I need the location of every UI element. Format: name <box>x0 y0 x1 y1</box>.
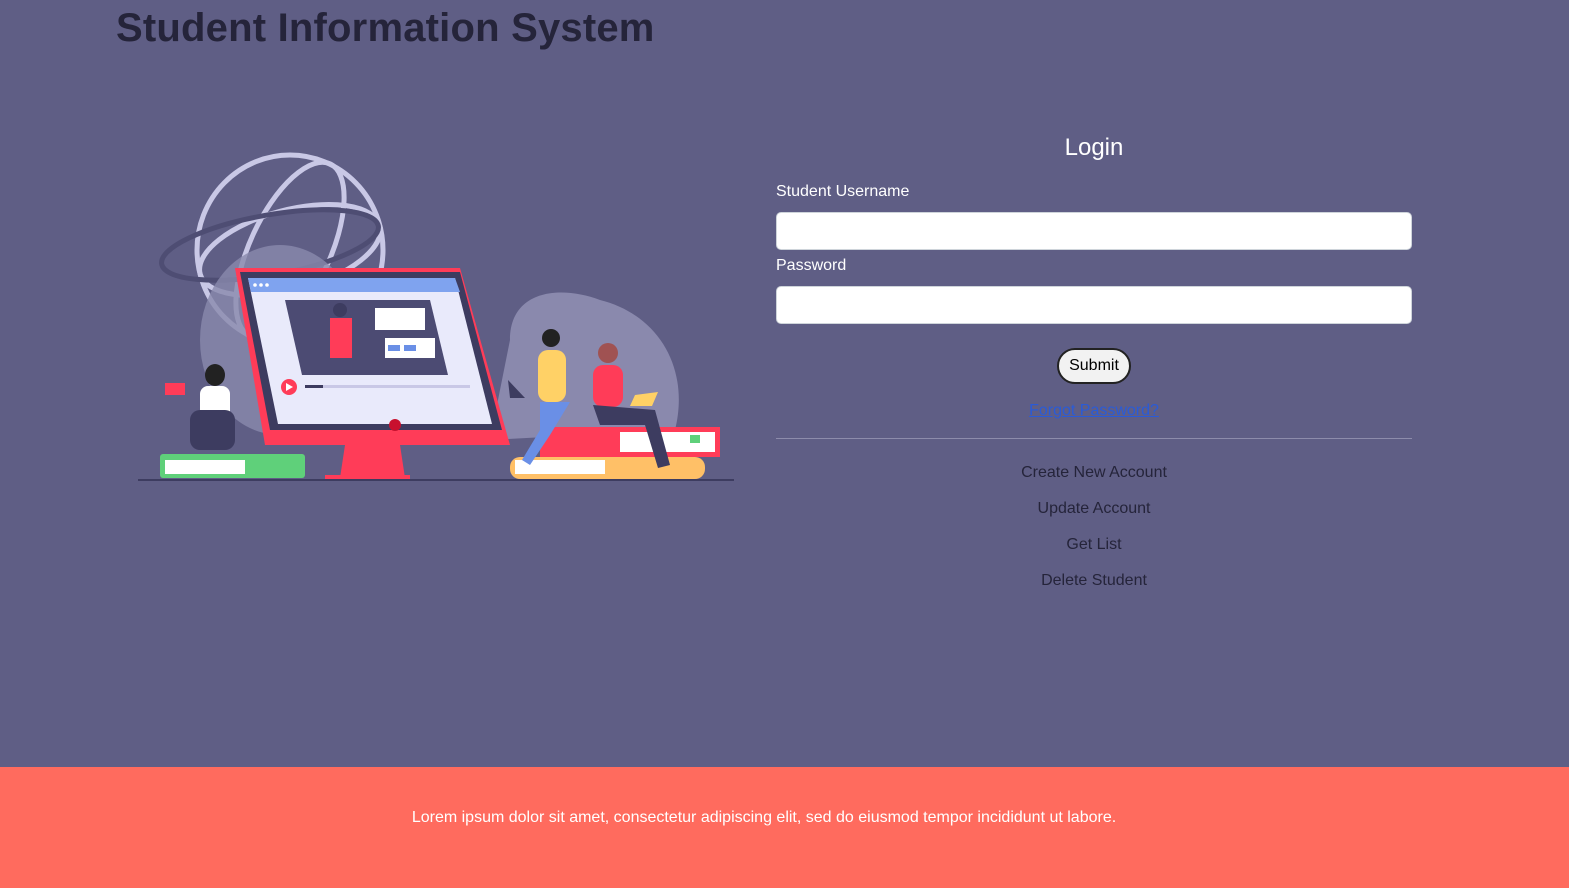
submit-button[interactable]: Submit <box>1057 348 1131 384</box>
footer-text: Lorem ipsum dolor sit amet, consectetur … <box>411 809 1117 826</box>
footer: Lorem ipsum dolor sit amet, consectetur … <box>0 767 1569 888</box>
account-link-item: Get List <box>776 535 1412 571</box>
password-label: Password <box>776 257 847 274</box>
page-title: Student Information System <box>116 6 655 50</box>
update-account-link[interactable]: Update Account <box>1038 500 1151 517</box>
divider <box>776 438 1412 439</box>
account-link-item: Update Account <box>776 499 1412 535</box>
password-input[interactable] <box>776 286 1412 324</box>
monitor-icon <box>235 268 510 480</box>
username-label: Student Username <box>776 183 910 200</box>
submit-wrap: Submit <box>776 348 1412 384</box>
hero-illustration <box>138 152 734 481</box>
account-links: Create New Account Update Account Get Li… <box>776 463 1412 607</box>
forgot-password-link[interactable]: Forgot Password? <box>1029 402 1159 419</box>
login-panel: Login Student Username Password Submit F… <box>776 130 1412 607</box>
forgot-wrap: Forgot Password? <box>776 402 1412 420</box>
account-link-item: Delete Student <box>776 571 1412 607</box>
delete-student-link[interactable]: Delete Student <box>1041 572 1147 589</box>
username-input[interactable] <box>776 212 1412 250</box>
create-account-link[interactable]: Create New Account <box>1021 464 1167 481</box>
login-heading: Login <box>1064 134 1124 161</box>
get-list-link[interactable]: Get List <box>1066 536 1121 553</box>
account-link-item: Create New Account <box>776 463 1412 499</box>
